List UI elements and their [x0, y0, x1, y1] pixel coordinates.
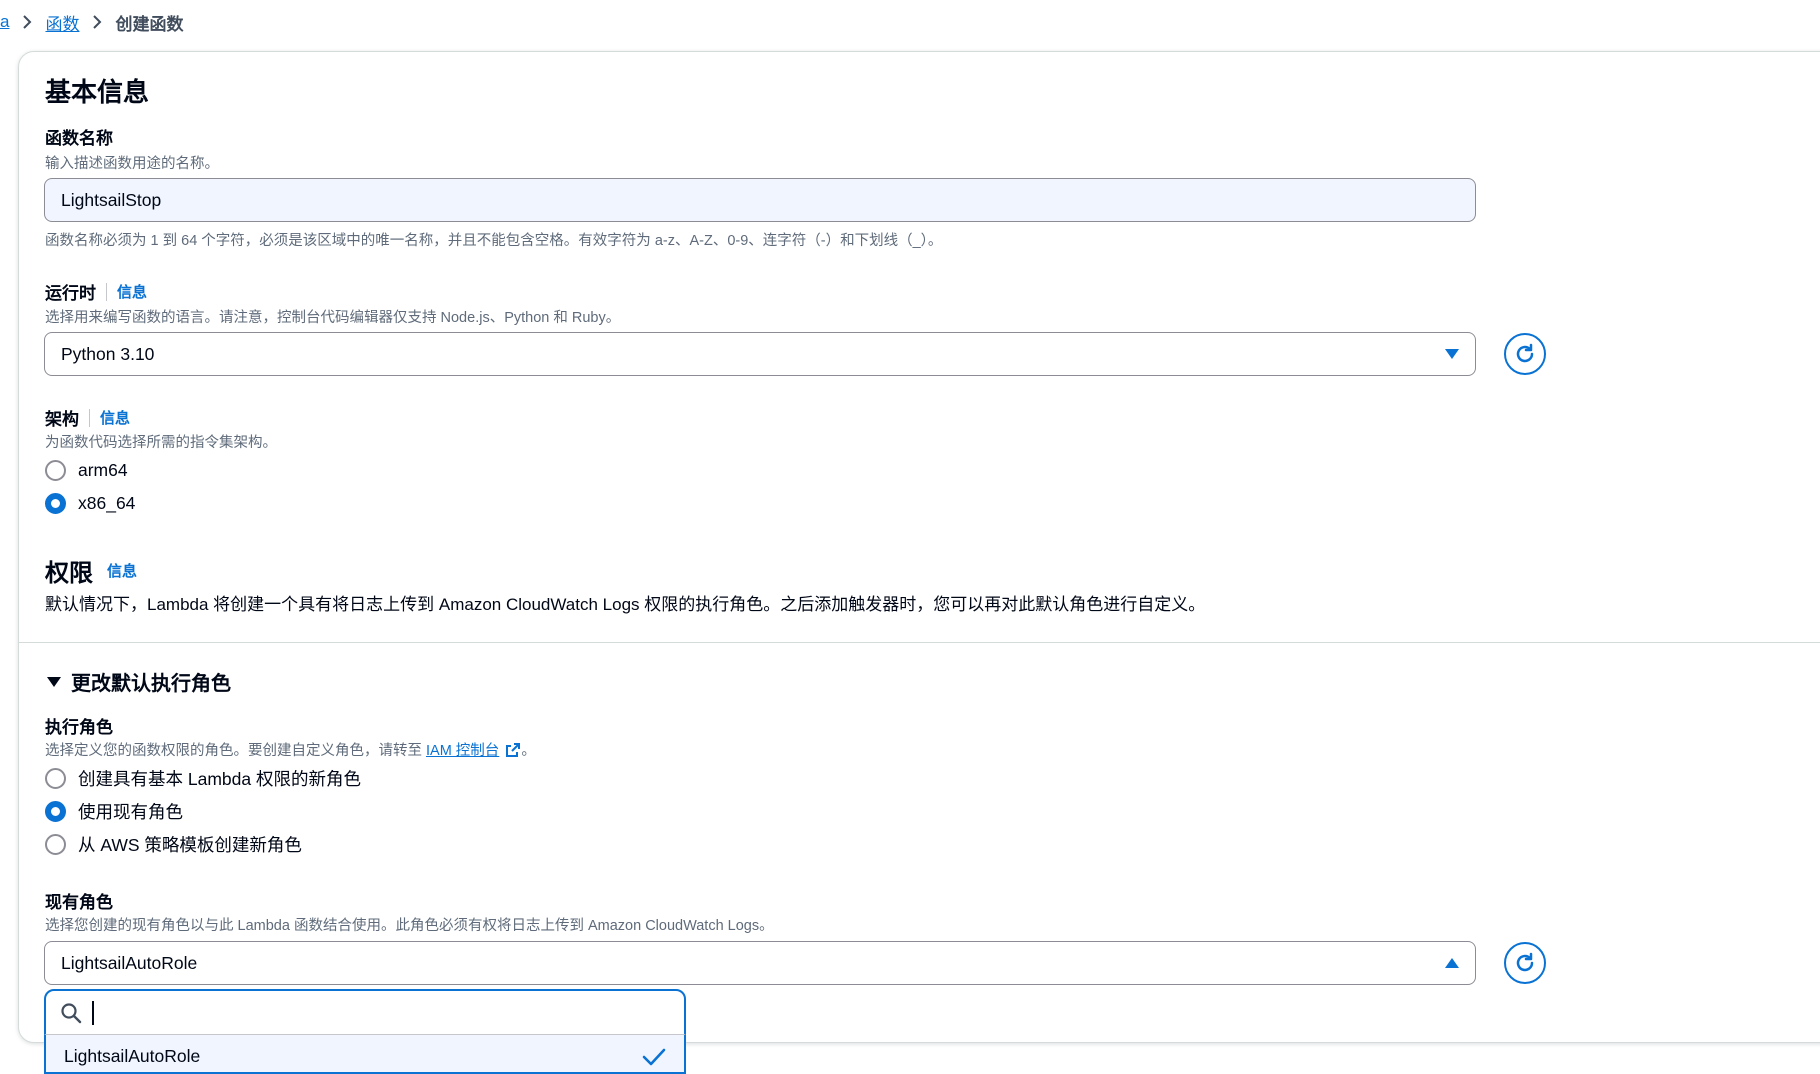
- existing-role-select[interactable]: LightsailAutoRole: [44, 941, 1476, 985]
- architecture-description: 为函数代码选择所需的指令集架构。: [45, 435, 277, 451]
- existing-role-refresh-button[interactable]: [1504, 942, 1546, 984]
- section-title-basic-info: 基本信息: [45, 77, 150, 107]
- refresh-icon: [1516, 952, 1534, 972]
- runtime-refresh-button[interactable]: [1504, 333, 1546, 375]
- radio-existing-role[interactable]: [45, 801, 66, 822]
- dropdown-option-lightsail-auto-role[interactable]: LightsailAutoRole: [44, 1034, 686, 1074]
- execution-role-label: 执行角色: [45, 718, 113, 737]
- function-name-label: 函数名称: [45, 129, 113, 148]
- execution-role-description-text: 选择定义您的函数权限的角色。要创建自定义角色，请转至: [45, 743, 422, 759]
- execution-role-option-label: 从 AWS 策略模板创建新角色: [78, 835, 302, 855]
- caret-down-icon: [1445, 349, 1459, 359]
- execution-role-option-label: 使用现有角色: [78, 802, 183, 822]
- architecture-label: 架构: [45, 410, 79, 429]
- permissions-info-link[interactable]: 信息: [107, 560, 137, 581]
- permissions-title-row: 权限 信息: [45, 553, 137, 588]
- info-divider: [106, 282, 107, 301]
- breadcrumb-item-lambda[interactable]: a: [0, 12, 9, 32]
- architecture-option-label: x86_64: [78, 493, 136, 513]
- radio-arm64[interactable]: [45, 460, 66, 481]
- radio-new-basic-role[interactable]: [45, 768, 66, 789]
- function-name-input[interactable]: LightsailStop: [44, 178, 1476, 222]
- execution-role-description-suffix: 。: [521, 743, 536, 759]
- change-execution-role-expander[interactable]: 更改默认执行角色: [47, 667, 231, 696]
- runtime-label: 运行时: [45, 284, 96, 303]
- runtime-select[interactable]: Python 3.10: [44, 332, 1476, 376]
- chevron-right-icon: [79, 14, 115, 30]
- info-divider: [89, 408, 90, 427]
- execution-role-option-template[interactable]: 从 AWS 策略模板创建新角色: [45, 832, 302, 857]
- architecture-option-label: arm64: [78, 460, 128, 480]
- external-link-icon: [506, 742, 521, 757]
- iam-console-link[interactable]: IAM 控制台: [426, 739, 499, 760]
- section-divider: [18, 642, 1820, 643]
- breadcrumb-item-create-function: 创建函数: [115, 14, 184, 34]
- breadcrumb: a 函数 创建函数: [0, 0, 1820, 44]
- chevron-right-icon: [9, 14, 45, 30]
- existing-role-value: LightsailAutoRole: [61, 952, 198, 973]
- expander-label: 更改默认执行角色: [71, 673, 231, 695]
- refresh-icon: [1516, 343, 1534, 363]
- text-cursor: [92, 1000, 94, 1025]
- execution-role-option-label: 创建具有基本 Lambda 权限的新角色: [78, 769, 361, 789]
- permissions-title: 权限: [45, 560, 93, 587]
- breadcrumb-item-functions[interactable]: 函数: [45, 10, 79, 35]
- runtime-value: Python 3.10: [61, 343, 155, 364]
- caret-up-icon: [1445, 958, 1459, 968]
- architecture-option-arm64[interactable]: arm64: [45, 460, 128, 481]
- role-search-input[interactable]: [44, 989, 686, 1036]
- existing-role-label: 现有角色: [45, 893, 113, 912]
- execution-role-description: 选择定义您的函数权限的角色。要创建自定义角色，请转至 IAM 控制台 。: [45, 739, 536, 760]
- triangle-down-icon: [47, 676, 61, 687]
- radio-template-role[interactable]: [45, 834, 66, 855]
- architecture-label-row: 架构 信息: [45, 405, 130, 430]
- existing-role-description: 选择您创建的现有角色以与此 Lambda 函数结合使用。此角色必须有权将日志上传…: [45, 918, 774, 934]
- check-icon: [642, 1048, 666, 1065]
- runtime-description: 选择用来编写函数的语言。请注意，控制台代码编辑器仅支持 Node.js、Pyth…: [45, 310, 621, 326]
- architecture-info-link[interactable]: 信息: [100, 407, 130, 428]
- radio-x86-64[interactable]: [45, 493, 66, 514]
- function-name-value: LightsailStop: [61, 189, 162, 210]
- permissions-description: 默认情况下，Lambda 将创建一个具有将日志上传到 Amazon CloudW…: [45, 595, 1206, 614]
- search-icon: [61, 1002, 82, 1023]
- architecture-option-x86-64[interactable]: x86_64: [45, 493, 135, 514]
- execution-role-option-existing[interactable]: 使用现有角色: [45, 799, 183, 824]
- function-name-constraint: 函数名称必须为 1 到 64 个字符，必须是该区域中的唯一名称，并且不能包含空格…: [45, 233, 943, 249]
- function-name-description: 输入描述函数用途的名称。: [45, 156, 219, 172]
- runtime-label-row: 运行时 信息: [45, 279, 147, 304]
- dropdown-option-label: LightsailAutoRole: [64, 1046, 201, 1066]
- runtime-info-link[interactable]: 信息: [117, 281, 147, 302]
- execution-role-option-new-basic[interactable]: 创建具有基本 Lambda 权限的新角色: [45, 766, 361, 791]
